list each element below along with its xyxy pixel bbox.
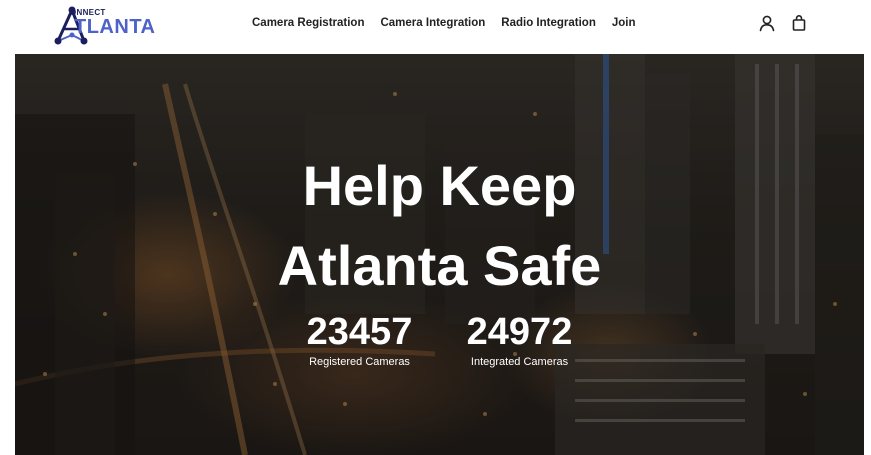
- main-nav: Camera Registration Camera Integration R…: [252, 15, 636, 31]
- stat-integrated-cameras-label: Integrated Cameras: [470, 356, 569, 368]
- stat-integrated-cameras-value: 24972: [466, 311, 573, 353]
- stat-registered-cameras-value: 23457: [306, 311, 413, 353]
- header-actions: [758, 14, 808, 32]
- user-icon[interactable]: [758, 14, 776, 32]
- stat-integrated-cameras: 24972 Integrated Cameras: [455, 312, 585, 370]
- hero-stats: 23457 Registered Cameras 24972 Integrate…: [15, 312, 864, 370]
- logo-atlanta-text: TLANTA: [74, 16, 156, 38]
- site-header: ONNECT TLANTA Camera Registration Camera…: [0, 0, 871, 50]
- connect-atlanta-logo[interactable]: ONNECT TLANTA: [52, 5, 156, 47]
- shopping-bag-icon[interactable]: [790, 14, 808, 32]
- stat-registered-cameras-label: Registered Cameras: [309, 356, 410, 368]
- nav-radio-integration[interactable]: Radio Integration: [501, 15, 596, 31]
- nav-join[interactable]: Join: [612, 15, 636, 31]
- nav-camera-registration[interactable]: Camera Registration: [252, 15, 364, 31]
- stat-registered-cameras: 23457 Registered Cameras: [295, 312, 425, 370]
- hero-title-line-2: Atlanta Safe: [277, 234, 602, 297]
- hero-banner: Help Keep Atlanta Safe 23457 Registered …: [15, 54, 864, 455]
- page: ONNECT TLANTA Camera Registration Camera…: [0, 0, 871, 455]
- nav-camera-integration[interactable]: Camera Integration: [380, 15, 485, 31]
- hero-title: Help Keep Atlanta Safe: [15, 146, 864, 306]
- hero-title-line-1: Help Keep: [302, 154, 577, 217]
